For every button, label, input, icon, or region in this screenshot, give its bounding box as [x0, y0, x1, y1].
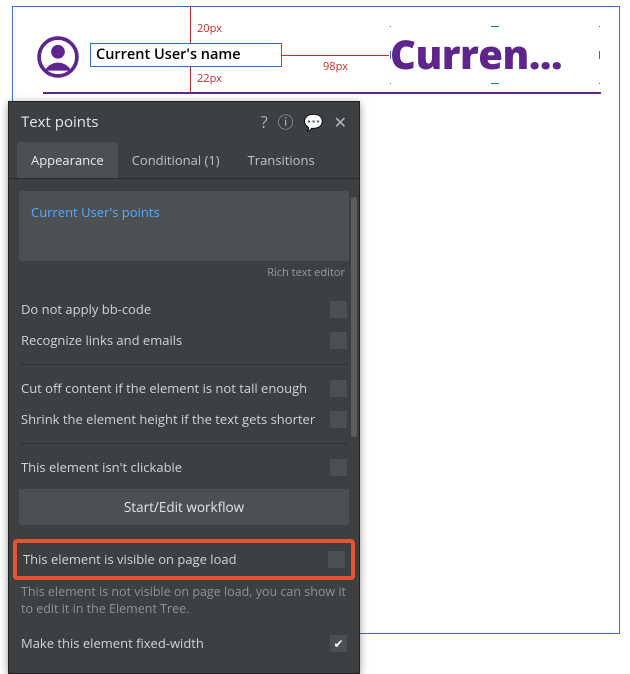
selected-text-content: Curren...	[390, 26, 562, 81]
text-element-name[interactable]: Current User's name	[90, 43, 282, 67]
label-not-clickable: This element isn't clickable	[21, 459, 320, 475]
tab-appearance[interactable]: Appearance	[17, 142, 118, 178]
row-shrink: Shrink the element height if the text ge…	[19, 404, 349, 435]
start-edit-workflow-button[interactable]: Start/Edit workflow	[19, 489, 349, 525]
resize-handle[interactable]	[599, 51, 600, 59]
checkbox-cut-off[interactable]	[330, 380, 347, 397]
label-cut-off: Cut off content if the element is not ta…	[21, 380, 320, 396]
tab-conditional[interactable]: Conditional (1)	[118, 142, 234, 178]
checkbox-not-clickable[interactable]	[330, 459, 347, 476]
rich-text-editor-link[interactable]: Rich text editor	[19, 265, 345, 280]
selected-text-element[interactable]: Curren...	[390, 26, 600, 84]
checkbox-fixed-width[interactable]	[330, 635, 347, 652]
row-cut-off: Cut off content if the element is not ta…	[19, 373, 349, 404]
measure-guide	[190, 7, 191, 43]
row-no-bbcode: Do not apply bb-code	[19, 294, 349, 325]
row-visible-on-load: This element is visible on page load	[23, 547, 345, 572]
close-icon[interactable]: ✕	[334, 114, 347, 130]
checkbox-recognize-links[interactable]	[330, 332, 347, 349]
dynamic-expression[interactable]: Current User's points	[31, 203, 160, 221]
help-icon[interactable]: ?	[261, 114, 268, 130]
panel-header[interactable]: Text points ? ⓘ 💬 ✕	[9, 102, 359, 142]
label-fixed-width: Make this element fixed-width	[21, 635, 320, 651]
resize-handle[interactable]	[390, 83, 391, 84]
avatar-icon	[37, 36, 79, 78]
label-visible-on-load: This element is visible on page load	[23, 551, 318, 567]
scrollbar-thumb[interactable]	[351, 197, 357, 437]
measure-guide	[190, 67, 191, 93]
divider-line	[43, 92, 601, 94]
visible-helper-text: This element is not visible on page load…	[19, 584, 349, 628]
highlighted-setting: This element is visible on page load	[13, 539, 355, 580]
panel-title: Text points	[21, 112, 261, 132]
divider	[19, 364, 349, 365]
label-recognize-links: Recognize links and emails	[21, 332, 320, 348]
text-expression-input[interactable]: Current User's points	[19, 191, 349, 261]
resize-handle[interactable]	[491, 83, 499, 84]
measure-label-bottom: 22px	[197, 71, 222, 86]
measure-guide	[282, 55, 389, 56]
property-panel: Text points ? ⓘ 💬 ✕ Appearance Condition…	[8, 101, 360, 674]
label-shrink: Shrink the element height if the text ge…	[21, 411, 320, 427]
checkbox-shrink[interactable]	[330, 411, 347, 428]
measure-label-top: 20px	[197, 21, 222, 36]
tab-transitions[interactable]: Transitions	[234, 142, 329, 178]
comment-icon[interactable]: 💬	[304, 114, 324, 130]
row-recognize-links: Recognize links and emails	[19, 325, 349, 356]
resize-handle[interactable]	[599, 83, 600, 84]
checkbox-visible-on-load[interactable]	[328, 551, 345, 568]
label-no-bbcode: Do not apply bb-code	[21, 301, 320, 317]
checkbox-no-bbcode[interactable]	[330, 301, 347, 318]
panel-tabs: Appearance Conditional (1) Transitions	[9, 142, 359, 179]
info-icon[interactable]: ⓘ	[278, 114, 294, 130]
row-fixed-width: Make this element fixed-width	[19, 628, 349, 659]
measure-label-horizontal: 98px	[323, 59, 348, 74]
divider	[19, 443, 349, 444]
panel-body[interactable]: Current User's points Rich text editor D…	[9, 179, 359, 673]
resize-handle[interactable]	[599, 26, 600, 27]
row-not-clickable: This element isn't clickable	[19, 452, 349, 483]
